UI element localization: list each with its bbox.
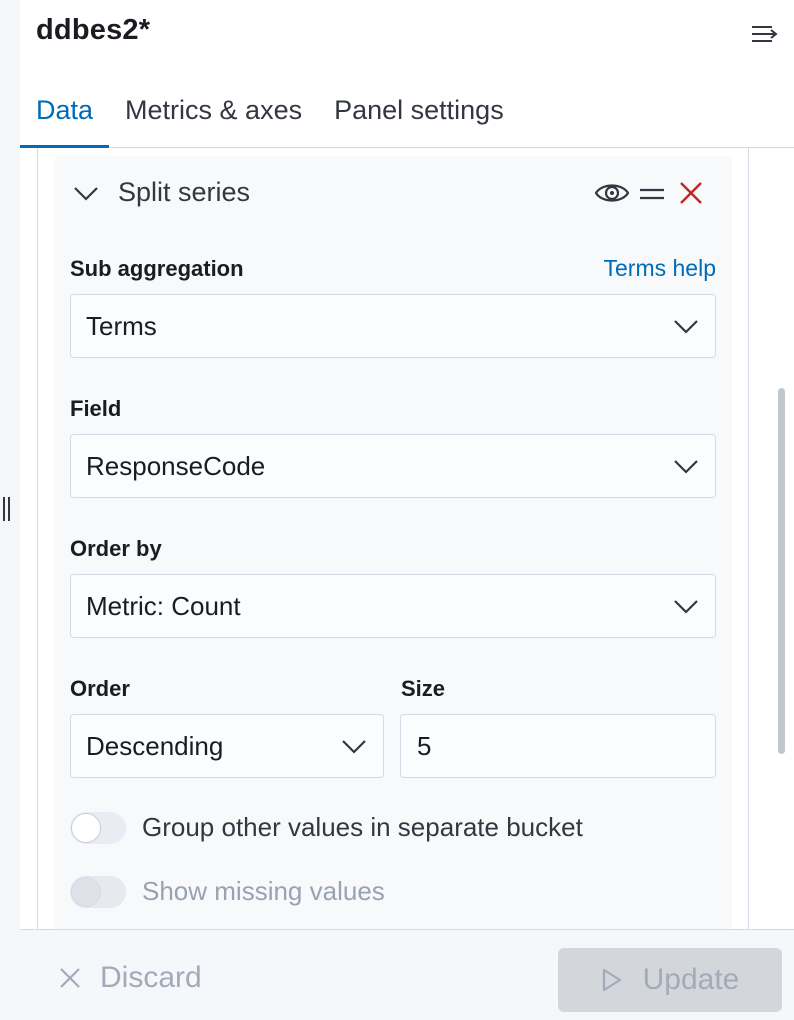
show-missing-switch (70, 876, 126, 908)
close-icon (60, 968, 80, 988)
order-select[interactable]: Descending (70, 714, 384, 778)
editor-footer: Discard Update (20, 929, 794, 1020)
discard-label: Discard (100, 961, 202, 994)
order-by-select[interactable]: Metric: Count (70, 574, 716, 638)
drag-handle-icon[interactable] (638, 182, 666, 206)
editor-header: ddbes2* Data Metrics & axes Panel settin… (20, 0, 794, 148)
group-other-label: Group other values in separate bucket (142, 812, 583, 842)
sub-aggregation-label: Sub aggregation (70, 256, 244, 281)
close-icon[interactable] (678, 180, 704, 206)
size-label: Size (401, 676, 446, 701)
terms-help-link[interactable]: Terms help (604, 255, 716, 282)
panel-header: Split series (54, 172, 732, 216)
tab-bar: Data Metrics & axes Panel settings (20, 78, 520, 148)
page-title: ddbes2* (36, 14, 151, 46)
size-input[interactable] (400, 714, 716, 778)
chevron-down-icon (674, 320, 698, 334)
chevron-down-icon (674, 600, 698, 614)
order-by-label: Order by (70, 536, 162, 561)
editor-content: Split series Sub aggregation Terms help … (20, 148, 794, 929)
tab-metrics-axes[interactable]: Metrics & axes (109, 78, 318, 148)
left-gutter (0, 0, 20, 1020)
play-icon (602, 968, 621, 992)
field-label: Field (70, 396, 122, 421)
tab-data[interactable]: Data (20, 78, 110, 148)
resize-handle[interactable] (3, 497, 13, 523)
show-missing-label: Show missing values (142, 876, 385, 906)
panel-title: Split series (118, 177, 251, 207)
sub-aggregation-value: Terms (86, 311, 157, 341)
eye-icon[interactable] (594, 178, 630, 208)
discard-button[interactable]: Discard (58, 960, 202, 996)
order-by-value: Metric: Count (86, 591, 241, 621)
tab-panel-settings[interactable]: Panel settings (318, 78, 520, 148)
sub-aggregation-select[interactable]: Terms (70, 294, 716, 358)
update-label: Update (642, 963, 740, 996)
group-other-switch[interactable] (70, 812, 126, 844)
chevron-down-icon (674, 460, 698, 474)
chevron-down-icon (342, 740, 366, 754)
chevron-down-icon[interactable] (72, 182, 100, 206)
update-button[interactable]: Update (558, 948, 782, 1012)
field-select[interactable]: ResponseCode (70, 434, 716, 498)
field-value: ResponseCode (86, 451, 266, 481)
order-value: Descending (86, 731, 224, 761)
order-label: Order (70, 676, 130, 701)
scrollbar[interactable] (778, 388, 785, 754)
split-series-panel: Split series Sub aggregation Terms help … (54, 156, 732, 929)
menu-right-icon[interactable] (750, 22, 780, 46)
